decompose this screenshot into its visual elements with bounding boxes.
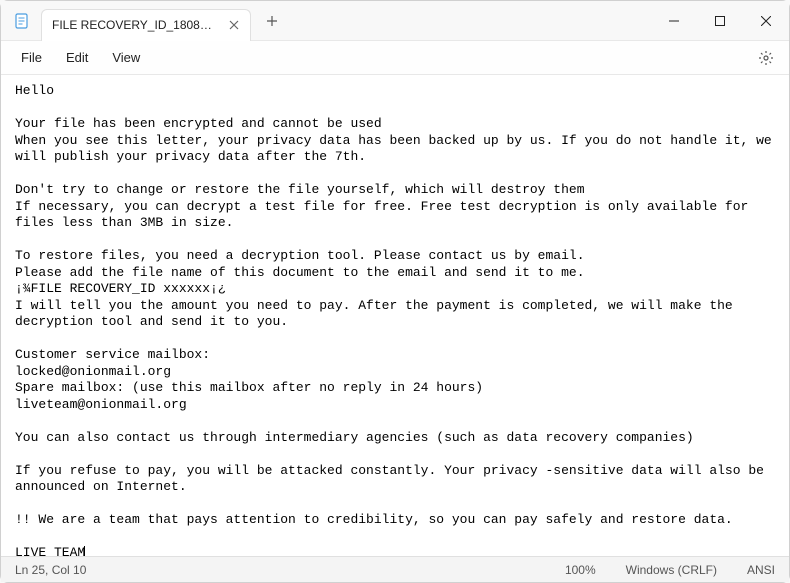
- maximize-button[interactable]: [697, 1, 743, 41]
- settings-button[interactable]: [751, 43, 781, 73]
- text-editor-content[interactable]: Hello Your file has been encrypted and c…: [1, 75, 789, 556]
- close-window-button[interactable]: [743, 1, 789, 41]
- status-encoding[interactable]: ANSI: [747, 563, 775, 577]
- menu-file[interactable]: File: [9, 46, 54, 69]
- menu-edit[interactable]: Edit: [54, 46, 100, 69]
- new-tab-button[interactable]: [257, 6, 287, 36]
- status-line-ending[interactable]: Windows (CRLF): [626, 563, 717, 577]
- status-cursor-position: Ln 25, Col 10: [15, 563, 86, 577]
- menubar: File Edit View: [1, 41, 789, 75]
- menu-view[interactable]: View: [100, 46, 152, 69]
- tab-active[interactable]: FILE RECOVERY_ID_180870197840.t: [41, 9, 251, 41]
- close-tab-icon[interactable]: [229, 18, 240, 32]
- notepad-app-icon: [13, 12, 31, 30]
- tab-title: FILE RECOVERY_ID_180870197840.t: [52, 18, 217, 32]
- titlebar: FILE RECOVERY_ID_180870197840.t: [1, 1, 789, 41]
- statusbar: Ln 25, Col 10 100% Windows (CRLF) ANSI: [1, 556, 789, 582]
- minimize-button[interactable]: [651, 1, 697, 41]
- text-cursor: [84, 546, 85, 556]
- document-text: Hello Your file has been encrypted and c…: [15, 83, 780, 556]
- status-zoom[interactable]: 100%: [565, 563, 596, 577]
- window-controls: [651, 1, 789, 41]
